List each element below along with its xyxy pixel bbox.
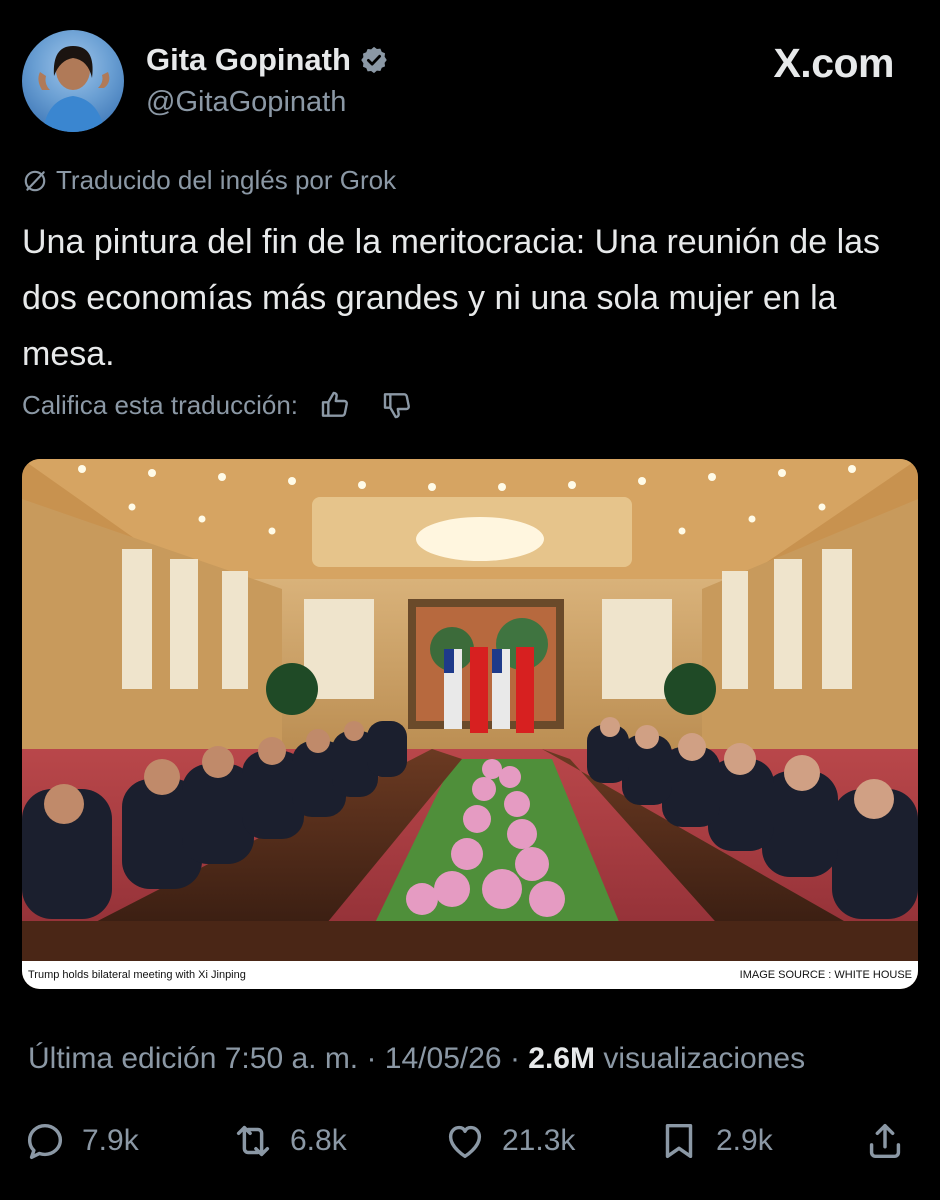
verified-badge-icon (361, 46, 387, 74)
reply-button[interactable]: 7.9k (22, 1118, 139, 1164)
repost-icon (236, 1125, 270, 1157)
tweet-image[interactable]: Trump holds bilateral meeting with Xi Ji… (22, 459, 918, 989)
like-count: 21.3k (502, 1124, 576, 1157)
tweet-meta: Última edición 7:50 a. m. · 14/05/26 · 2… (28, 1042, 805, 1076)
action-bar: 7.9k 6.8k 21.3k 2.9k (22, 1118, 918, 1170)
translation-note: Traducido del inglés por Grok (22, 165, 396, 196)
brand-logo: X.com (773, 40, 894, 86)
image-caption-strip: Trump holds bilateral meeting with Xi Ji… (22, 961, 918, 989)
meeting-photo (22, 459, 918, 961)
bookmark-button[interactable]: 2.9k (656, 1118, 773, 1164)
avatar[interactable] (22, 30, 124, 132)
meta-separator: · (509, 1042, 529, 1075)
edited-timestamp[interactable]: Última edición 7:50 a. m. · 14/05/26 (28, 1042, 502, 1075)
bookmark-icon (665, 1123, 693, 1159)
views-count: 2.6M (528, 1042, 595, 1075)
thumbs-down-button[interactable] (380, 388, 414, 422)
image-caption-right: IMAGE SOURCE : WHITE HOUSE (739, 969, 912, 981)
avatar-image (38, 46, 110, 132)
views-label: visualizaciones (603, 1042, 806, 1075)
bookmark-count: 2.9k (716, 1124, 773, 1157)
author-name-row[interactable]: Gita Gopinath (146, 42, 389, 78)
translation-note-text: Traducido del inglés por Grok (56, 165, 397, 195)
share-icon (869, 1123, 901, 1159)
share-button[interactable] (862, 1118, 908, 1164)
image-caption-left: Trump holds bilateral meeting with Xi Ji… (28, 969, 246, 981)
reply-count: 7.9k (82, 1124, 139, 1157)
thumbs-up-button[interactable] (318, 388, 352, 422)
reply-icon (27, 1123, 63, 1160)
repost-count: 6.8k (290, 1124, 347, 1157)
rate-translation-label: Califica esta traducción: (22, 389, 299, 420)
repost-button[interactable]: 6.8k (230, 1118, 347, 1164)
thumbs-up-icon (321, 391, 349, 417)
thumbs-down-icon (383, 393, 411, 419)
author-display-name[interactable]: Gita Gopinath (146, 42, 351, 78)
heart-icon (448, 1125, 482, 1159)
like-button[interactable]: 21.3k (442, 1118, 575, 1164)
author-handle[interactable]: @GitaGopinath (146, 86, 346, 119)
rate-translation: Califica esta traducción: (22, 388, 414, 422)
tweet-text: Una pintura del fin de la meritocracia: … (22, 223, 881, 373)
grok-icon (24, 170, 46, 191)
